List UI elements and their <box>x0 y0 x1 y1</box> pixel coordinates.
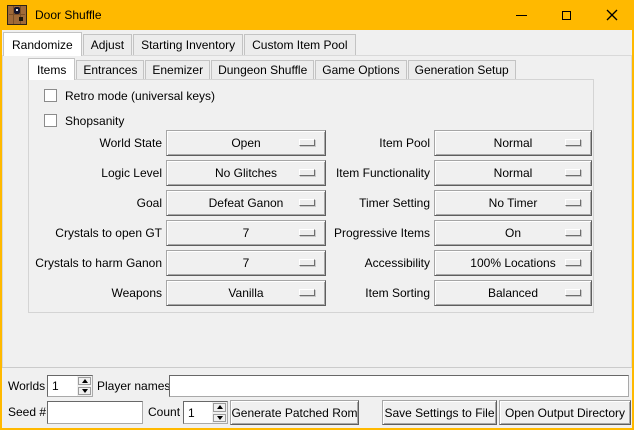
dropdown-indicator-icon <box>299 139 315 146</box>
save-settings-button[interactable]: Save Settings to File <box>382 400 497 425</box>
worlds-spinner-arrows <box>77 376 92 396</box>
dropdown-indicator-icon <box>565 229 581 236</box>
logic-level-label: Logic Level <box>33 160 162 186</box>
count-label: Count <box>148 400 180 425</box>
close-icon <box>606 9 618 21</box>
maximize-icon <box>562 11 571 20</box>
player-names-label: Player names <box>97 375 170 397</box>
item-sorting-dropdown[interactable]: Balanced <box>434 280 592 306</box>
tab-generation-setup[interactable]: Generation Setup <box>408 60 516 79</box>
crystals-ganon-dropdown[interactable]: 7 <box>166 250 326 276</box>
retro-mode-label: Retro mode (universal keys) <box>65 89 215 103</box>
retro-mode-checkbox-row[interactable]: Retro mode (universal keys) <box>44 88 215 103</box>
seed-label: Seed # <box>8 400 46 425</box>
spinner-down-button[interactable] <box>213 414 226 423</box>
door-icon[interactable] <box>7 5 27 25</box>
generate-patched-rom-button[interactable]: Generate Patched Rom <box>230 400 359 425</box>
crystals-gt-label: Crystals to open GT <box>33 220 162 246</box>
dropdown-indicator-icon <box>565 259 581 266</box>
item-pool-dropdown[interactable]: Normal <box>434 130 592 156</box>
accessibility-label: Accessibility <box>324 250 430 276</box>
window-title: Door Shuffle <box>35 8 102 22</box>
open-output-directory-button[interactable]: Open Output Directory <box>499 400 631 425</box>
goal-dropdown[interactable]: Defeat Ganon <box>166 190 326 216</box>
crystals-gt-dropdown[interactable]: 7 <box>166 220 326 246</box>
window-controls <box>499 0 634 30</box>
worlds-label: Worlds <box>8 375 45 397</box>
progressive-items-label: Progressive Items <box>324 220 430 246</box>
tab-adjust[interactable]: Adjust <box>83 34 132 55</box>
dropdown-indicator-icon <box>299 199 315 206</box>
retro-mode-checkbox[interactable] <box>44 89 57 102</box>
count-input[interactable] <box>184 402 212 423</box>
dropdown-indicator-icon <box>565 169 581 176</box>
world-state-label: World State <box>33 130 162 156</box>
dropdown-indicator-icon <box>565 199 581 206</box>
timer-setting-label: Timer Setting <box>324 190 430 216</box>
weapons-dropdown[interactable]: Vanilla <box>166 280 326 306</box>
shopsanity-checkbox-row[interactable]: Shopsanity <box>44 113 124 128</box>
bottom-panel: Worlds Player names Seed # Count <box>2 367 632 428</box>
tab-enemizer[interactable]: Enemizer <box>145 60 210 79</box>
minimize-button[interactable] <box>499 0 544 30</box>
dropdown-indicator-icon <box>299 229 315 236</box>
tab-items[interactable]: Items <box>28 58 75 80</box>
tab-dungeon-shuffle[interactable]: Dungeon Shuffle <box>211 60 314 79</box>
timer-setting-dropdown[interactable]: No Timer <box>434 190 592 216</box>
shopsanity-label: Shopsanity <box>65 114 124 128</box>
player-names-input[interactable] <box>169 375 629 397</box>
spinner-up-button[interactable] <box>78 377 91 385</box>
spinner-down-icon <box>217 416 223 420</box>
item-sorting-label: Item Sorting <box>324 280 430 306</box>
tab-entrances[interactable]: Entrances <box>76 60 144 79</box>
spinner-up-button[interactable] <box>213 403 226 412</box>
main-tab-bar: Randomize Adjust Starting Inventory Cust… <box>3 31 357 55</box>
weapons-label: Weapons <box>33 280 162 306</box>
tab-starting-inventory[interactable]: Starting Inventory <box>133 34 243 55</box>
tab-custom-item-pool[interactable]: Custom Item Pool <box>244 34 355 55</box>
seed-input[interactable] <box>47 401 143 424</box>
spinner-up-icon <box>217 405 223 409</box>
worlds-input[interactable] <box>48 376 77 396</box>
world-state-dropdown[interactable]: Open <box>166 130 326 156</box>
count-spinner[interactable] <box>183 401 228 424</box>
worlds-spinner[interactable] <box>47 375 93 397</box>
tab-game-options[interactable]: Game Options <box>315 60 406 79</box>
accessibility-dropdown[interactable]: 100% Locations <box>434 250 592 276</box>
dropdown-indicator-icon <box>565 139 581 146</box>
door-shuffle-window: Door Shuffle Randomize Adjust Starting I… <box>0 0 634 430</box>
logic-level-dropdown[interactable]: No Glitches <box>166 160 326 186</box>
progressive-items-dropdown[interactable]: On <box>434 220 592 246</box>
dropdown-indicator-icon <box>299 289 315 296</box>
spinner-down-button[interactable] <box>78 387 91 395</box>
count-spinner-arrows <box>212 402 227 423</box>
randomize-sub-tab-bar: Items Entrances Enemizer Dungeon Shuffle… <box>28 57 517 79</box>
item-functionality-dropdown[interactable]: Normal <box>434 160 592 186</box>
close-button[interactable] <box>589 0 634 30</box>
shopsanity-checkbox[interactable] <box>44 114 57 127</box>
client-area: Randomize Adjust Starting Inventory Cust… <box>2 30 632 428</box>
spinner-up-icon <box>82 379 88 383</box>
minimize-icon <box>516 15 527 16</box>
spinner-down-icon <box>82 389 88 393</box>
title-bar[interactable]: Door Shuffle <box>0 0 634 30</box>
dropdown-indicator-icon <box>299 169 315 176</box>
maximize-button[interactable] <box>544 0 589 30</box>
item-pool-label: Item Pool <box>324 130 430 156</box>
dropdown-indicator-icon <box>565 289 581 296</box>
dropdown-indicator-icon <box>299 259 315 266</box>
item-functionality-label: Item Functionality <box>324 160 430 186</box>
goal-label: Goal <box>33 190 162 216</box>
items-tab-pane: Retro mode (universal keys) Shopsanity W… <box>28 79 594 313</box>
tab-randomize[interactable]: Randomize <box>3 32 82 56</box>
crystals-ganon-label: Crystals to harm Ganon <box>33 250 162 276</box>
